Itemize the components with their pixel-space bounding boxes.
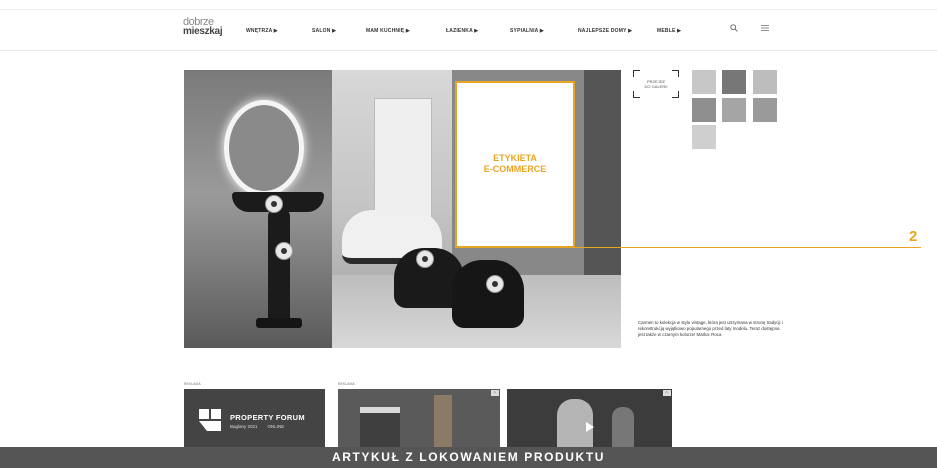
ad-subtitle-text: Baglany 2021 [230,424,258,429]
corner-bracket [633,70,640,77]
property-forum-logo [199,409,221,431]
ad-choices-icon[interactable]: ▷ [663,390,671,396]
gallery-button[interactable]: PRZEJDŹ DO GALERII [633,70,679,98]
corner-bracket [633,91,640,98]
gallery-thumbnail[interactable] [722,70,746,94]
ad-property-forum[interactable]: PROPERTY FORUM Baglany 2021 ONLINE [184,389,325,447]
ad-choices-icon[interactable]: ▷ [491,390,499,396]
ad-video[interactable]: ▷ [507,389,672,447]
tall-cabinet-image [434,395,452,447]
gallery-thumbnail[interactable] [753,98,777,122]
ecommerce-label-box: ETYKIETA E-COMMERCE [455,81,575,248]
washbasin-base [256,318,302,328]
corner-bracket [672,70,679,77]
ecommerce-label-line-2: E-COMMERCE [483,164,547,174]
product-hotspot[interactable] [486,275,504,293]
ad-label: REKLAMA [338,382,355,386]
callout-number: 2 [909,228,918,245]
gallery-button-line-2: DO GALERII [644,84,668,89]
nav-item-lazienka[interactable]: ŁAZIENKA ▶ [446,28,478,34]
corner-bracket [672,91,679,98]
product-hotspot[interactable] [265,195,283,213]
ecommerce-label-text: ETYKIETA E-COMMERCE [457,153,573,175]
nav-item-mam-kuchnie[interactable]: MAM KUCHNIĘ ▶ [366,28,410,34]
footer-banner: ARTYKUŁ Z LOKOWANIEM PRODUKTU [0,447,937,468]
nav-item-salon[interactable]: SALON ▶ [312,28,336,34]
header: dobrze mieszkaj WNĘTRZA ▶ SALON ▶ MAM KU… [0,0,937,51]
mirror [224,100,304,196]
bidet [452,260,524,328]
product-hotspot[interactable] [416,250,434,268]
gallery-thumbnail[interactable] [692,70,716,94]
product-hotspot[interactable] [275,242,293,260]
site-logo[interactable]: dobrze mieszkaj [183,17,231,39]
footer-title: ARTYKUŁ Z LOKOWANIEM PRODUKTU [331,450,606,464]
ad-online-label: ONLINE [267,424,285,429]
washbasin-pedestal [268,210,290,325]
hamburger-icon[interactable] [761,24,769,34]
ecommerce-label-line-1: ETYKIETA [493,153,537,163]
header-divider [0,9,937,10]
gallery-thumbnail[interactable] [722,98,746,122]
video-person [612,407,634,447]
nav-item-najlepsze-domy[interactable]: NAJLEPSZE DOMY ▶ [578,28,632,34]
callout-leader-line [575,247,921,248]
window [374,98,432,220]
nav-item-wnetrza[interactable]: WNĘTRZA ▶ [246,28,278,34]
gallery-thumbnail[interactable] [753,70,777,94]
product-description: Carmen to kolekcja w stylu vintage, któr… [638,320,783,338]
ad-title: PROPERTY FORUM [230,413,305,422]
ad-subtitle: Baglany 2021 ONLINE [230,424,284,429]
nav-item-sypialnia[interactable]: SYPIALNIA ▶ [510,28,544,34]
gallery-thumbnail[interactable] [692,125,716,149]
ad-bathroom-furniture[interactable]: ▷ [338,389,500,453]
gallery-button-label: PRZEJDŹ DO GALERII [633,79,679,89]
search-icon[interactable] [730,24,738,34]
logo-line-2: mieszkaj [183,26,223,37]
ad-label: REKLAMA [184,382,201,386]
nav-item-meble[interactable]: MEBLE ▶ [657,28,681,34]
gallery-thumbnail[interactable] [692,98,716,122]
play-icon[interactable] [586,422,594,432]
